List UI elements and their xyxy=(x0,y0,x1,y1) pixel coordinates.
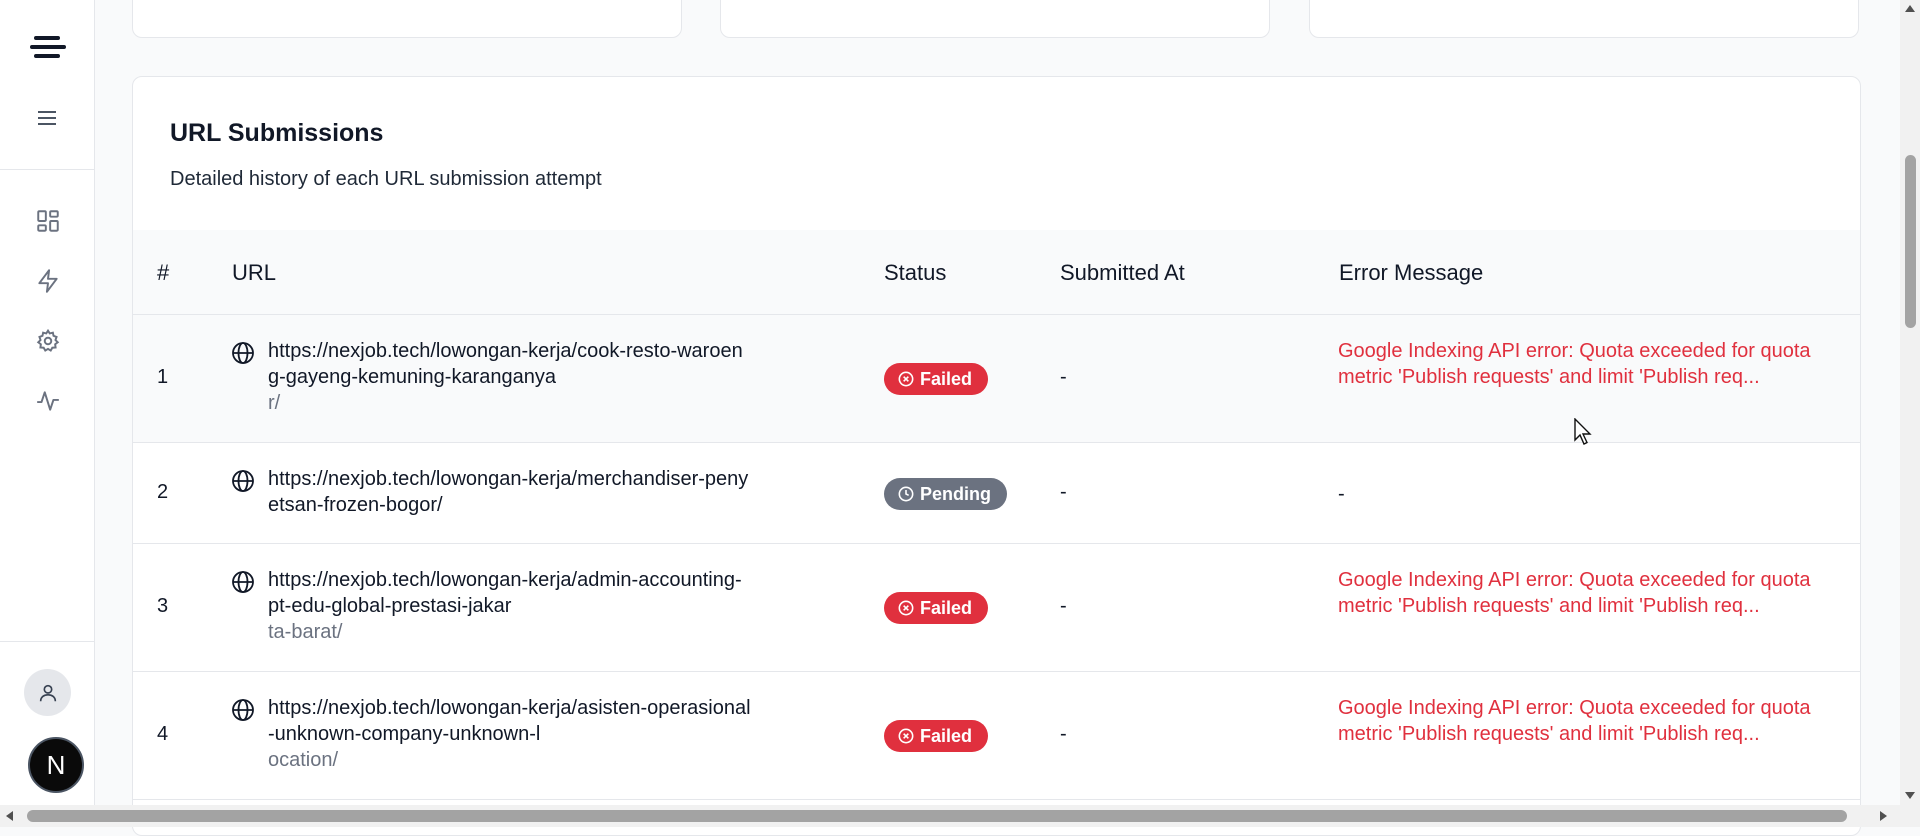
stat-card xyxy=(132,0,682,38)
sidebar-footer: N xyxy=(0,641,94,827)
user-avatar[interactable] xyxy=(24,669,71,716)
table-row[interactable]: 1 https://nexjob.tech/lowongan-kerja/coo… xyxy=(133,315,1860,443)
vertical-scroll-thumb[interactable] xyxy=(1905,155,1916,328)
status-badge: Failed xyxy=(884,363,989,395)
error-message: Google Indexing API error: Quota exceede… xyxy=(1338,340,1811,388)
dashboard-icon[interactable] xyxy=(35,208,61,234)
gear-icon[interactable] xyxy=(35,328,61,354)
table-row[interactable]: 3 https://nexjob.tech/lowongan-kerja/adm… xyxy=(133,544,1860,672)
url-submissions-card: URL Submissions Detailed history of each… xyxy=(132,76,1861,836)
sidebar: N xyxy=(0,0,95,827)
stat-card xyxy=(720,0,1270,38)
table-header: # URL Status Submitted At Error Message xyxy=(133,230,1860,315)
sidebar-header xyxy=(0,0,94,170)
header-status: Status xyxy=(884,260,947,285)
row-number: 3 xyxy=(157,595,169,617)
status-badge: Failed xyxy=(884,592,989,624)
url-link[interactable]: https://nexjob.tech/lowongan-kerja/admin… xyxy=(268,567,848,645)
x-circle-icon xyxy=(898,600,914,616)
url-link[interactable]: https://nexjob.tech/lowongan-kerja/asist… xyxy=(268,695,848,773)
vertical-scrollbar[interactable] xyxy=(1900,0,1920,805)
scroll-down-icon[interactable] xyxy=(1905,792,1915,799)
horizontal-scroll-thumb[interactable] xyxy=(27,810,1847,822)
submitted-at: - xyxy=(1060,481,1067,503)
stat-card xyxy=(1309,0,1859,38)
clock-icon xyxy=(898,486,914,502)
next-dev-badge[interactable]: N xyxy=(28,737,84,793)
url-link[interactable]: https://nexjob.tech/lowongan-kerja/merch… xyxy=(268,466,848,518)
lightning-icon[interactable] xyxy=(35,268,61,294)
card-subtitle: Detailed history of each URL submission … xyxy=(170,168,602,190)
error-message: Google Indexing API error: Quota exceede… xyxy=(1338,569,1811,617)
table-row[interactable]: 4 https://nexjob.tech/lowongan-kerja/asi… xyxy=(133,672,1860,800)
scroll-right-icon[interactable] xyxy=(1880,811,1887,821)
header-num: # xyxy=(157,260,170,285)
menu-toggle-icon[interactable] xyxy=(36,107,58,129)
globe-icon xyxy=(232,699,254,721)
error-message: - xyxy=(1338,483,1345,505)
status-badge: Pending xyxy=(884,478,1007,510)
submitted-at: - xyxy=(1060,595,1067,617)
url-link[interactable]: https://nexjob.tech/lowongan-kerja/cook-… xyxy=(268,338,848,416)
header-url: URL xyxy=(232,260,277,285)
row-number: 4 xyxy=(157,723,169,745)
card-title: URL Submissions xyxy=(170,119,384,147)
scroll-up-icon[interactable] xyxy=(1905,5,1915,12)
row-number: 2 xyxy=(157,481,169,503)
user-icon xyxy=(39,684,56,701)
x-circle-icon xyxy=(898,371,914,387)
activity-icon[interactable] xyxy=(35,388,61,414)
x-circle-icon xyxy=(898,728,914,744)
error-message: Google Indexing API error: Quota exceede… xyxy=(1338,697,1811,745)
header-submitted-at: Submitted At xyxy=(1060,260,1185,285)
horizontal-scrollbar[interactable] xyxy=(0,805,1920,827)
submitted-at: - xyxy=(1060,366,1067,388)
submitted-at: - xyxy=(1060,723,1067,745)
scroll-left-icon[interactable] xyxy=(6,811,13,821)
logo-icon[interactable] xyxy=(30,36,66,64)
mouse-cursor-icon xyxy=(1574,418,1592,445)
row-number: 1 xyxy=(157,366,169,388)
globe-icon xyxy=(232,571,254,593)
header-error-message: Error Message xyxy=(1339,260,1484,285)
status-badge: Failed xyxy=(884,720,989,752)
table-row[interactable]: 2 https://nexjob.tech/lowongan-kerja/mer… xyxy=(133,443,1860,544)
globe-icon xyxy=(232,342,254,364)
globe-icon xyxy=(232,470,254,492)
